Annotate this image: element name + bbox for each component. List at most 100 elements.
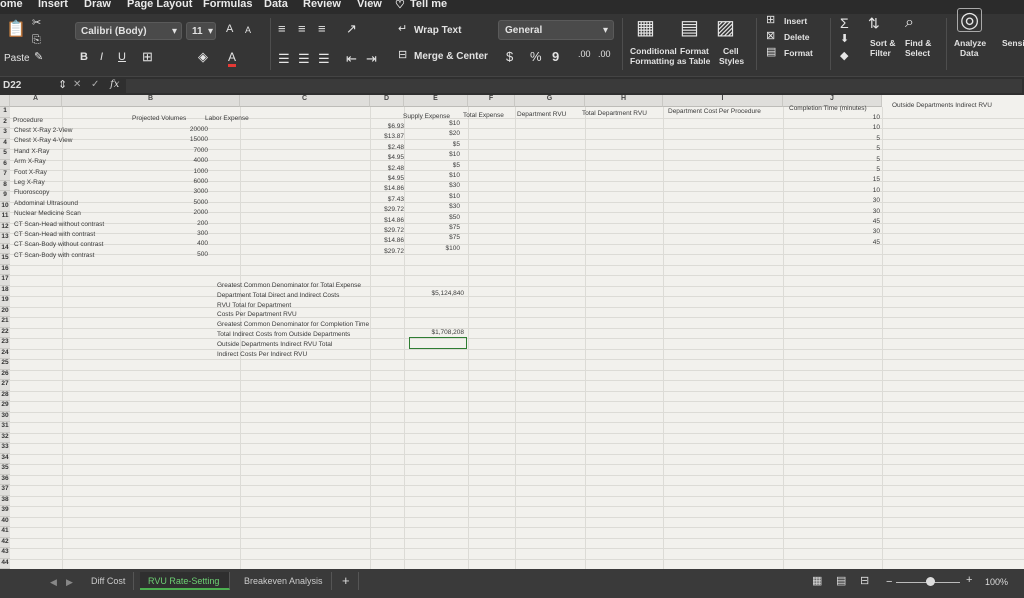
currency-button[interactable]: $ bbox=[506, 49, 513, 64]
row-header[interactable]: 21 bbox=[0, 317, 10, 328]
row-header[interactable]: 9 bbox=[0, 191, 10, 202]
row-header[interactable]: 33 bbox=[0, 443, 10, 454]
projected-volume-cell[interactable]: 20000 bbox=[150, 125, 208, 134]
tab-formulas[interactable]: Formulas bbox=[203, 0, 253, 10]
summary-label-cell[interactable]: Greatest Common Denominator for Total Ex… bbox=[217, 281, 361, 290]
font-name-select[interactable]: Calibri (Body) ▾ bbox=[75, 22, 182, 40]
row-header[interactable]: 23 bbox=[0, 338, 10, 349]
name-box[interactable]: D22 bbox=[3, 80, 21, 91]
projected-volume-cell[interactable]: 15000 bbox=[150, 135, 208, 144]
merge-center-button[interactable]: Merge & Center bbox=[414, 51, 488, 62]
format-painter-icon[interactable]: ✎ bbox=[34, 52, 43, 63]
tab-breakeven-analysis[interactable]: Breakeven Analysis bbox=[236, 572, 332, 590]
row-header[interactable]: 27 bbox=[0, 380, 10, 391]
column-header[interactable]: E bbox=[404, 95, 468, 107]
orientation-icon[interactable]: ↗ bbox=[346, 22, 357, 35]
completion-time-cell[interactable]: 5 bbox=[840, 165, 880, 174]
decrease-decimal-button[interactable]: .00 bbox=[598, 49, 611, 59]
projected-volume-cell[interactable]: 1000 bbox=[150, 167, 208, 176]
format-as-table-icon[interactable]: ▤ bbox=[680, 18, 699, 38]
completion-time-cell[interactable]: 5 bbox=[840, 155, 880, 164]
column-header[interactable]: F bbox=[468, 95, 515, 107]
supply-expense-cell[interactable]: $5 bbox=[420, 140, 460, 149]
row-header[interactable]: 19 bbox=[0, 296, 10, 307]
row-header[interactable]: 36 bbox=[0, 474, 10, 485]
procedure-name-cell[interactable]: Fluoroscopy bbox=[14, 188, 49, 197]
align-bottom-icon[interactable]: ≡ bbox=[318, 22, 326, 35]
italic-button[interactable]: I bbox=[100, 51, 103, 63]
procedure-name-cell[interactable]: Chest X-Ray 2-View bbox=[14, 126, 72, 135]
header-procedure[interactable]: Procedure bbox=[13, 116, 43, 125]
column-header[interactable]: D bbox=[370, 95, 404, 107]
row-header[interactable]: 18 bbox=[0, 285, 10, 296]
worksheet[interactable]: ABCDEFGHIJ Procedure Projected Volumes L… bbox=[0, 95, 1024, 569]
cut-icon[interactable]: ✂ bbox=[32, 18, 41, 29]
labor-expense-cell[interactable]: $7.43 bbox=[346, 195, 404, 204]
zoom-in-button[interactable]: + bbox=[966, 574, 972, 586]
supply-expense-cell[interactable]: $10 bbox=[420, 171, 460, 180]
row-header[interactable]: 11 bbox=[0, 212, 10, 223]
header-labor-expense[interactable]: Labor Expense bbox=[205, 114, 249, 123]
align-middle-icon[interactable]: ≡ bbox=[298, 22, 306, 35]
projected-volume-cell[interactable]: 3000 bbox=[150, 187, 208, 196]
row-header[interactable]: 43 bbox=[0, 548, 10, 559]
row-header[interactable]: 1 bbox=[0, 107, 10, 118]
zoom-slider-thumb[interactable] bbox=[926, 577, 935, 586]
column-header[interactable]: C bbox=[240, 95, 370, 107]
tab-diff-cost[interactable]: Diff Cost bbox=[83, 572, 135, 590]
row-header[interactable]: 10 bbox=[0, 201, 10, 212]
completion-time-cell[interactable]: 5 bbox=[840, 134, 880, 143]
bold-button[interactable]: B bbox=[80, 51, 88, 63]
prev-sheet-icon[interactable]: ◀ bbox=[50, 577, 57, 588]
align-right-icon[interactable]: ☰ bbox=[318, 52, 330, 65]
completion-time-cell[interactable]: 30 bbox=[840, 196, 880, 205]
number-format-select[interactable]: General ▾ bbox=[498, 20, 614, 40]
borders-icon[interactable]: ⊞ bbox=[142, 50, 153, 63]
procedure-name-cell[interactable]: CT Scan-Body with contrast bbox=[14, 251, 94, 260]
add-sheet-button[interactable]: + bbox=[334, 572, 359, 590]
labor-expense-cell[interactable]: $4.95 bbox=[346, 153, 404, 162]
row-header[interactable]: 25 bbox=[0, 359, 10, 370]
labor-expense-cell[interactable]: $13.87 bbox=[346, 132, 404, 141]
procedure-name-cell[interactable]: Chest X-Ray 4-View bbox=[14, 136, 72, 145]
completion-time-cell[interactable]: 45 bbox=[840, 217, 880, 226]
completion-time-cell[interactable]: 15 bbox=[840, 175, 880, 184]
grow-font-button[interactable]: A bbox=[226, 23, 233, 35]
row-header[interactable]: 30 bbox=[0, 411, 10, 422]
column-header[interactable]: I bbox=[663, 95, 783, 107]
normal-view-icon[interactable]: ▦ bbox=[812, 574, 822, 587]
labor-expense-cell[interactable]: $29.72 bbox=[346, 226, 404, 235]
percent-button[interactable]: % bbox=[530, 49, 542, 64]
header-total-expense[interactable]: Total Expense bbox=[463, 111, 504, 120]
row-header[interactable]: 26 bbox=[0, 369, 10, 380]
copy-icon[interactable]: ⎘ bbox=[32, 35, 41, 46]
procedure-name-cell[interactable]: Abdominal Ultrasound bbox=[14, 199, 78, 208]
cancel-icon[interactable]: ✕ bbox=[73, 79, 81, 90]
procedure-name-cell[interactable]: Arm X-Ray bbox=[14, 157, 46, 166]
analyze-data-label-1[interactable]: Analyze bbox=[954, 38, 986, 48]
summary-value-cell[interactable]: $5,124,840 bbox=[412, 289, 464, 298]
completion-time-cell[interactable]: 30 bbox=[840, 207, 880, 216]
tab-review[interactable]: Review bbox=[303, 0, 341, 10]
projected-volume-cell[interactable]: 6000 bbox=[150, 177, 208, 186]
comma-button[interactable]: 9 bbox=[552, 49, 559, 64]
increase-decimal-button[interactable]: .00 bbox=[578, 49, 591, 59]
projected-volume-cell[interactable]: 500 bbox=[150, 250, 208, 259]
summary-label-cell[interactable]: Outside Departments Indirect RVU Total bbox=[217, 340, 332, 349]
completion-time-cell[interactable]: 10 bbox=[840, 113, 880, 122]
delete-cells-button[interactable]: Delete bbox=[784, 32, 810, 42]
page-layout-view-icon[interactable]: ▤ bbox=[836, 574, 846, 587]
row-header[interactable]: 37 bbox=[0, 485, 10, 496]
analyze-data-label-2[interactable]: Data bbox=[960, 48, 978, 58]
find-select-label-2[interactable]: Select bbox=[905, 48, 930, 58]
zoom-out-button[interactable]: − bbox=[886, 576, 892, 588]
summary-label-cell[interactable]: Total Indirect Costs from Outside Depart… bbox=[217, 330, 350, 339]
shrink-font-button[interactable]: A bbox=[245, 25, 251, 35]
row-header[interactable]: 40 bbox=[0, 516, 10, 527]
supply-expense-cell[interactable]: $30 bbox=[420, 202, 460, 211]
projected-volume-cell[interactable]: 200 bbox=[150, 219, 208, 228]
labor-expense-cell[interactable]: $14.86 bbox=[346, 236, 404, 245]
row-header[interactable]: 14 bbox=[0, 243, 10, 254]
conditional-formatting-label-1[interactable]: Conditional bbox=[630, 46, 677, 56]
header-projected-volumes[interactable]: Projected Volumes bbox=[132, 114, 186, 123]
